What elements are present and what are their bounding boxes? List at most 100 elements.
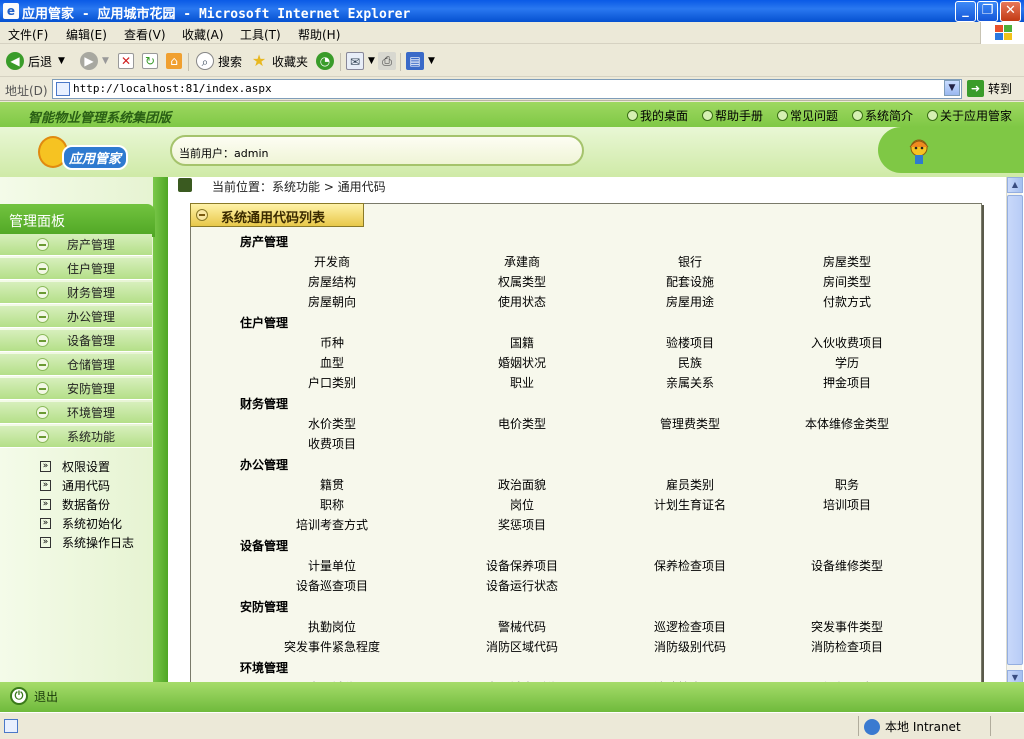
code-link[interactable]: 突发事件紧急程度: [284, 638, 380, 655]
code-link[interactable]: 押金项目: [823, 374, 871, 391]
code-link[interactable]: 岗位: [510, 496, 534, 513]
menu-favorites[interactable]: 收藏(A): [182, 26, 224, 43]
minimize-button[interactable]: _: [955, 1, 976, 22]
code-link[interactable]: 户口类别: [308, 374, 356, 391]
top-link-desktop[interactable]: 我的桌面: [627, 107, 688, 124]
mail-button[interactable]: ✉ ▼: [346, 51, 375, 71]
top-link-help-manual[interactable]: 帮助手册: [702, 107, 763, 124]
code-link[interactable]: 房屋结构: [308, 273, 356, 290]
sidebar-subitem-oplog[interactable]: » 系统操作日志: [40, 534, 134, 551]
sidebar-item-resident[interactable]: 住户管理: [0, 258, 152, 280]
sidebar-subitem-init[interactable]: » 系统初始化: [40, 515, 122, 532]
window-title-bar[interactable]: e 应用管家 - 应用城市花园 - Microsoft Internet Exp…: [0, 0, 1024, 22]
sidebar-item-environment[interactable]: 环境管理: [0, 402, 152, 424]
collapse-icon[interactable]: [196, 209, 208, 221]
code-link[interactable]: 亲属关系: [666, 374, 714, 391]
menu-help[interactable]: 帮助(H): [298, 26, 340, 43]
code-link[interactable]: 收费项目: [308, 435, 356, 452]
stop-button[interactable]: ✕: [118, 51, 138, 71]
top-link-about-system[interactable]: 系统简介: [852, 107, 913, 124]
code-link[interactable]: 房间类型: [823, 273, 871, 290]
favorites-button[interactable]: ★ 收藏夹: [250, 51, 308, 71]
restore-button[interactable]: ❐: [977, 1, 998, 22]
top-link-about-app[interactable]: 关于应用管家: [927, 107, 1012, 124]
sidebar-subitem-permissions[interactable]: » 权限设置: [40, 458, 110, 475]
code-link[interactable]: 币种: [320, 334, 344, 351]
menu-tools[interactable]: 工具(T): [240, 26, 281, 43]
sidebar-item-property[interactable]: 房产管理: [0, 234, 152, 256]
edit-button[interactable]: ▤ ▼: [406, 51, 435, 71]
code-link[interactable]: 电价类型: [498, 415, 546, 432]
code-link[interactable]: 国籍: [510, 334, 534, 351]
code-link[interactable]: 验楼项目: [666, 334, 714, 351]
code-link[interactable]: 民族: [678, 354, 702, 371]
code-link[interactable]: 政治面貌: [498, 476, 546, 493]
code-link[interactable]: 银行: [678, 253, 702, 270]
code-link[interactable]: 消防区域代码: [486, 638, 558, 655]
code-link[interactable]: 入伙收费项目: [811, 334, 883, 351]
code-link[interactable]: 职业: [510, 374, 534, 391]
sidebar-item-finance[interactable]: 财务管理: [0, 282, 152, 304]
close-button[interactable]: ✕: [1000, 1, 1021, 22]
help-mascot[interactable]: [878, 127, 1024, 173]
code-link[interactable]: 水价类型: [308, 415, 356, 432]
code-link[interactable]: 培训考查方式: [296, 516, 368, 533]
back-button[interactable]: ◀ 后退 ▼: [6, 51, 65, 71]
code-link[interactable]: 本体维修金类型: [805, 415, 889, 432]
go-button[interactable]: ➜ 转到: [967, 80, 1012, 97]
code-link[interactable]: 籍贯: [320, 476, 344, 493]
code-link[interactable]: 职称: [320, 496, 344, 513]
menu-file[interactable]: 文件(F): [8, 26, 48, 43]
code-link[interactable]: 管理费类型: [660, 415, 720, 432]
code-link[interactable]: 消防检查项目: [811, 638, 883, 655]
home-button[interactable]: ⌂: [166, 51, 186, 71]
code-link[interactable]: 雇员类别: [666, 476, 714, 493]
code-link[interactable]: 学历: [835, 354, 859, 371]
code-link[interactable]: 房屋类型: [823, 253, 871, 270]
code-link[interactable]: 培训项目: [823, 496, 871, 513]
address-input[interactable]: http://localhost:81/index.aspx: [52, 79, 962, 99]
code-link[interactable]: 开发商: [314, 253, 350, 270]
code-link[interactable]: 血型: [320, 354, 344, 371]
code-link[interactable]: 承建商: [504, 253, 540, 270]
code-link[interactable]: 警械代码: [498, 618, 546, 635]
code-link[interactable]: 设备巡查项目: [296, 577, 368, 594]
sidebar-item-security[interactable]: 安防管理: [0, 378, 152, 400]
code-link[interactable]: 突发事件类型: [811, 618, 883, 635]
menu-edit[interactable]: 编辑(E): [66, 26, 107, 43]
code-link[interactable]: 设备运行状态: [486, 577, 558, 594]
code-link[interactable]: 执勤岗位: [308, 618, 356, 635]
code-link[interactable]: 房屋朝向: [308, 293, 356, 310]
code-link[interactable]: 付款方式: [823, 293, 871, 310]
sidebar-item-equipment[interactable]: 设备管理: [0, 330, 152, 352]
code-link[interactable]: 设备维修类型: [811, 557, 883, 574]
sidebar-subitem-backup[interactable]: » 数据备份: [40, 496, 110, 513]
code-link[interactable]: 房屋用途: [666, 293, 714, 310]
sidebar-item-system[interactable]: 系统功能: [0, 426, 152, 448]
refresh-button[interactable]: ↻: [142, 51, 162, 71]
sidebar-item-warehouse[interactable]: 仓储管理: [0, 354, 152, 376]
menu-view[interactable]: 查看(V): [124, 26, 166, 43]
code-link[interactable]: 计划生育证名: [654, 496, 726, 513]
sidebar-subitem-common-codes[interactable]: » 通用代码: [40, 477, 110, 494]
code-link[interactable]: 婚姻状况: [498, 354, 546, 371]
print-button[interactable]: ⎙: [378, 51, 400, 71]
vertical-scrollbar[interactable]: ▲ ▼: [1006, 177, 1023, 712]
code-link[interactable]: 权属类型: [498, 273, 546, 290]
code-link[interactable]: 使用状态: [498, 293, 546, 310]
code-link[interactable]: 奖惩项目: [498, 516, 546, 533]
code-link[interactable]: 计量单位: [308, 557, 356, 574]
top-link-faq[interactable]: 常见问题: [777, 107, 838, 124]
code-link[interactable]: 职务: [835, 476, 859, 493]
forward-button[interactable]: ▶ ▼: [80, 51, 109, 71]
code-link[interactable]: 设备保养项目: [486, 557, 558, 574]
address-dropdown-button[interactable]: ▼: [944, 80, 960, 96]
code-link[interactable]: 消防级别代码: [654, 638, 726, 655]
code-link[interactable]: 保养检查项目: [654, 557, 726, 574]
scroll-thumb[interactable]: [1007, 195, 1023, 665]
search-button[interactable]: ⌕ 搜索: [196, 51, 242, 71]
code-link[interactable]: 巡逻检查项目: [654, 618, 726, 635]
scroll-up-icon[interactable]: ▲: [1007, 177, 1023, 193]
history-button[interactable]: ◔: [316, 51, 338, 71]
app-logo[interactable]: 应用管家: [36, 132, 136, 172]
